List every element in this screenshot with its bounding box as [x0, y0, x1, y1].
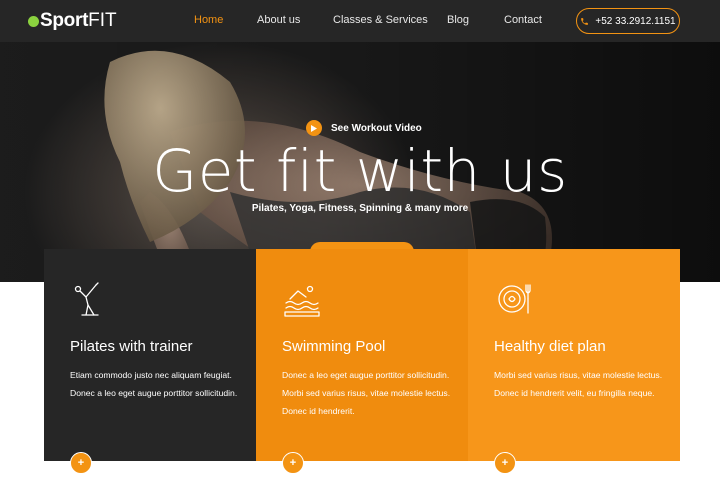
nav-home[interactable]: Home: [194, 14, 223, 26]
site-header: Sport FIT Home About us Classes & Servic…: [0, 0, 720, 42]
card-text: Morbi sed varius risus, vitae molestie l…: [494, 370, 663, 398]
card-title: Healthy diet plan: [494, 338, 606, 355]
video-link-label: See Workout Video: [331, 122, 422, 134]
card-title: Pilates with trainer: [70, 338, 193, 355]
nav-blog[interactable]: Blog: [447, 14, 469, 26]
phone-icon: [581, 17, 589, 25]
pilates-figure-icon: [74, 282, 99, 316]
card-more-button[interactable]: +: [282, 452, 304, 474]
card-text: Donec a leo eget augue porttitor sollici…: [282, 370, 451, 416]
phone-button[interactable]: +52 33.2912.1151: [576, 8, 680, 34]
swimmer-icon: [284, 285, 320, 317]
logo-word-fit: FIT: [88, 10, 117, 31]
diet-plate-icon: [498, 284, 531, 314]
page: Sport FIT Home About us Classes & Servic…: [0, 0, 720, 480]
nav-classes-services[interactable]: Classes & Services: [333, 14, 428, 26]
service-card-swimming: Swimming Pool Donec a leo eget augue por…: [256, 249, 468, 474]
card-more-button[interactable]: +: [70, 452, 92, 474]
card-title: Swimming Pool: [282, 338, 386, 355]
hero-title: Get fit with us: [152, 137, 568, 205]
logo-word-sport: Sport: [40, 10, 89, 31]
see-workout-video-link[interactable]: See Workout Video: [306, 120, 422, 136]
logo-dot-icon: [28, 15, 39, 27]
logo[interactable]: Sport FIT: [28, 9, 117, 33]
card-more-button[interactable]: +: [494, 452, 516, 474]
play-icon: [306, 120, 322, 136]
service-card-diet: Healthy diet plan Morbi sed varius risus…: [468, 249, 680, 474]
service-card-pilates: Pilates with trainer Etiam commodo justo…: [44, 249, 256, 474]
card-text: Etiam commodo justo nec aliquam feugiat.…: [70, 370, 238, 398]
nav-contact[interactable]: Contact: [504, 14, 542, 26]
phone-number: +52 33.2912.1151: [595, 15, 676, 27]
hero-subtitle: Pilates, Yoga, Fitness, Spinning & many …: [251, 203, 469, 214]
nav-about-us[interactable]: About us: [257, 14, 300, 26]
